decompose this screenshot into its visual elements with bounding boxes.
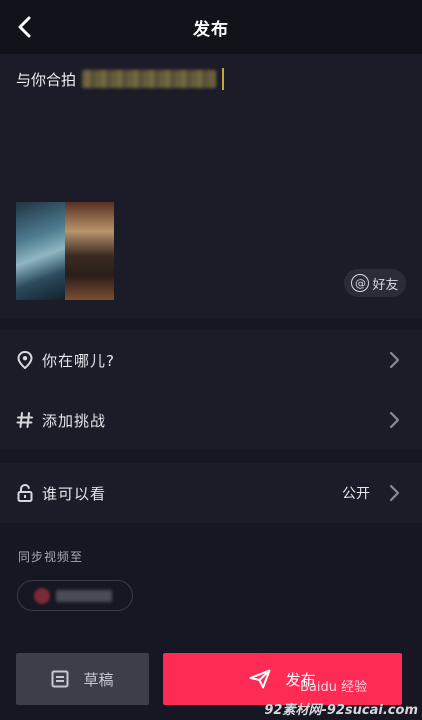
sync-app-name-blurred	[56, 589, 112, 602]
chevron-right-icon	[389, 351, 400, 369]
hashtag-icon	[16, 411, 34, 429]
site-watermark: 92素材网-92sucai.com	[264, 703, 418, 718]
location-label: 你在哪儿?	[42, 351, 115, 370]
privacy-row[interactable]: 谁可以看 公开	[0, 463, 422, 523]
sync-app-icon	[34, 587, 50, 604]
caption-input[interactable]: 与你合拍	[16, 68, 225, 90]
video-thumbnail[interactable]	[16, 202, 114, 300]
page-title: 发布	[193, 19, 229, 40]
mention-friend-button[interactable]: @ 好友	[344, 269, 406, 297]
tags-group: 你在哪儿? 添加挑战	[0, 330, 422, 450]
mention-blurred	[82, 70, 217, 88]
thumbnail-left-half	[16, 202, 65, 300]
privacy-group: 谁可以看 公开	[0, 463, 422, 523]
unlock-icon	[16, 484, 34, 502]
chevron-right-icon	[389, 411, 400, 429]
chevron-left-icon	[18, 16, 31, 38]
sync-target-chip[interactable]	[17, 580, 133, 611]
back-button[interactable]	[10, 13, 38, 41]
challenge-label: 添加挑战	[42, 411, 107, 430]
at-icon: @	[351, 274, 370, 292]
caption-text: 与你合拍	[16, 70, 77, 89]
text-cursor	[222, 68, 225, 90]
chevron-right-icon	[389, 484, 400, 502]
draft-label: 草稿	[83, 670, 114, 689]
send-icon	[249, 669, 271, 689]
privacy-value: 公开	[342, 486, 370, 502]
privacy-label: 谁可以看	[42, 484, 107, 503]
top-bar: 发布	[0, 0, 422, 54]
location-pin-icon	[16, 351, 34, 369]
challenge-row[interactable]: 添加挑战	[0, 390, 422, 450]
draft-icon	[51, 670, 69, 688]
mention-friend-label: 好友	[372, 277, 399, 293]
baidu-watermark: Baidu 经验	[300, 680, 368, 695]
location-row[interactable]: 你在哪儿?	[0, 330, 422, 390]
compose-panel: 与你合拍 @ 好友	[0, 54, 422, 318]
thumbnail-right-half	[65, 202, 114, 300]
save-draft-button[interactable]: 草稿	[16, 653, 149, 705]
sync-label: 同步视频至	[18, 550, 84, 564]
